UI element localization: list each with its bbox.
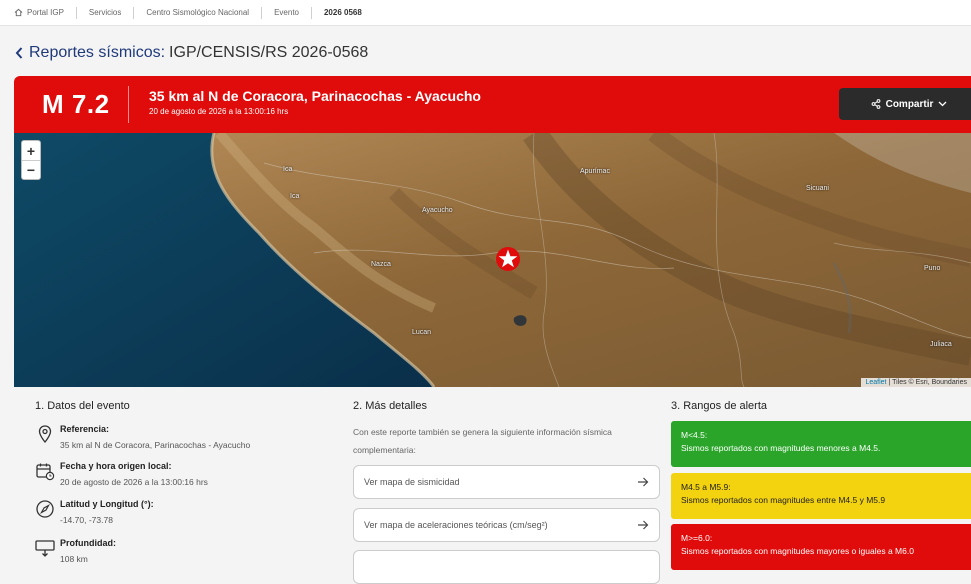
section-title-datos: 1. Datos del evento xyxy=(35,400,130,412)
alert-range-red: M>=6.0: Sismos reportados con magnitudes… xyxy=(671,524,971,570)
report-code: IGP/CENSIS/RS 2026-0568 xyxy=(169,44,369,61)
home-icon xyxy=(14,8,23,17)
alert-range-text: Sismos reportados con magnitudes menores… xyxy=(681,443,881,453)
chevron-left-icon[interactable] xyxy=(14,46,24,60)
epicenter-star-icon[interactable] xyxy=(495,246,521,272)
page-title[interactable]: Reportes sísmicos: xyxy=(29,44,165,62)
detail-value: -14.70, -73.78 xyxy=(60,515,113,525)
zoom-in-button[interactable]: + xyxy=(22,141,40,160)
map-attribution: Leaflet | Tiles © Esri, Boundaries xyxy=(861,378,971,387)
breadcrumb-item-servicios[interactable]: Servicios xyxy=(89,8,121,17)
more-details-intro: Con este reporte también se genera la si… xyxy=(353,427,612,455)
page-title-row: Reportes sísmicos: IGP/CENSIS/RS 2026-05… xyxy=(14,44,368,62)
alert-range-text: Sismos reportados con magnitudes entre M… xyxy=(681,495,886,505)
map-city-label: Juliaca xyxy=(930,341,952,348)
detail-value: 108 km xyxy=(60,554,88,564)
link-mapa-aceleraciones[interactable]: Ver mapa de aceleraciones teóricas (cm/s… xyxy=(353,508,660,542)
arrow-right-icon xyxy=(638,477,649,487)
event-datetime: 20 de agosto de 2026 a la 13:00:16 hrs xyxy=(149,107,289,116)
breadcrumb-separator xyxy=(133,6,135,19)
map-city-label: Apurímac xyxy=(580,168,610,175)
magnitude-value: M 7.2 xyxy=(42,89,110,119)
breadcrumb-item-evento[interactable]: Evento xyxy=(274,8,299,17)
depth-icon xyxy=(35,540,55,557)
detail-label: Profundidad: xyxy=(60,538,116,548)
breadcrumb-item-current: 2026 0568 xyxy=(323,8,362,17)
breadcrumb-separator xyxy=(75,6,77,19)
breadcrumb: Portal IGP Servicios Centro Sismológico … xyxy=(0,0,971,26)
leaflet-link[interactable]: Leaflet xyxy=(865,379,886,386)
epicenter-map[interactable]: + − Ica Ica Ayacucho Apurímac Nazca Sicu… xyxy=(14,133,971,387)
event-banner: M 7.2 35 km al N de Coracora, Parinacoch… xyxy=(14,76,971,133)
share-button[interactable]: Compartir xyxy=(839,88,971,120)
map-city-label: Ayacucho xyxy=(422,207,453,214)
breadcrumb-home[interactable]: Portal IGP xyxy=(14,8,64,17)
detail-label: Referencia: xyxy=(60,424,110,434)
detail-label: Latitud y Longitud (°): xyxy=(60,499,154,509)
zoom-out-button[interactable]: − xyxy=(22,160,40,179)
alert-range-label: M4.5 a M5.9: xyxy=(681,482,731,492)
map-city-label: Puno xyxy=(924,265,941,272)
compass-icon xyxy=(36,500,54,518)
breadcrumb-separator xyxy=(310,6,312,19)
link-mapa-sismicidad[interactable]: Ver mapa de sismicidad xyxy=(353,465,660,499)
breadcrumb-separator xyxy=(261,6,263,19)
location-pin-icon xyxy=(38,425,52,444)
map-city-label: Sicuani xyxy=(806,185,829,192)
breadcrumb-item-portal[interactable]: Portal IGP xyxy=(27,8,64,17)
chevron-down-icon xyxy=(938,101,947,107)
map-city-label: Lucan xyxy=(412,329,432,336)
share-label: Compartir xyxy=(885,98,934,110)
section-title-mas-detalles: 2. Más detalles xyxy=(353,400,427,412)
arrow-right-icon xyxy=(638,520,649,530)
event-location: 35 km al N de Coracora, Parinacochas - A… xyxy=(149,88,481,104)
map-city-label: Nazca xyxy=(371,261,391,268)
detail-value: 35 km al N de Coracora, Parinacochas - A… xyxy=(60,440,251,450)
link-label: Ver mapa de sismicidad xyxy=(364,477,460,487)
tiles-attribution: | Tiles © Esri, Boundaries xyxy=(888,379,967,386)
detail-label: Fecha y hora origen local: xyxy=(60,461,172,471)
map-city-label: Ica xyxy=(290,193,300,200)
section-title-rangos: 3. Rangos de alerta xyxy=(671,400,768,412)
breadcrumb-item-centro[interactable]: Centro Sismológico Nacional xyxy=(146,8,249,17)
alert-range-yellow: M4.5 a M5.9: Sismos reportados con magni… xyxy=(671,473,971,519)
alert-range-label: M>=6.0: xyxy=(681,533,713,543)
link-item[interactable] xyxy=(353,550,660,584)
alert-range-green: M<4.5: Sismos reportados con magnitudes … xyxy=(671,421,971,467)
alert-range-label: M<4.5: xyxy=(681,430,708,440)
zoom-control: + − xyxy=(21,140,41,180)
map-terrain xyxy=(14,133,971,387)
calendar-clock-icon xyxy=(36,463,55,481)
alert-range-text: Sismos reportados con magnitudes mayores… xyxy=(681,546,914,556)
share-icon xyxy=(871,99,880,109)
map-city-label: Ica xyxy=(283,166,293,173)
detail-value: 20 de agosto de 2026 a la 13:00:16 hrs xyxy=(60,477,208,487)
banner-divider xyxy=(128,86,129,123)
link-label: Ver mapa de aceleraciones teóricas (cm/s… xyxy=(364,520,548,530)
